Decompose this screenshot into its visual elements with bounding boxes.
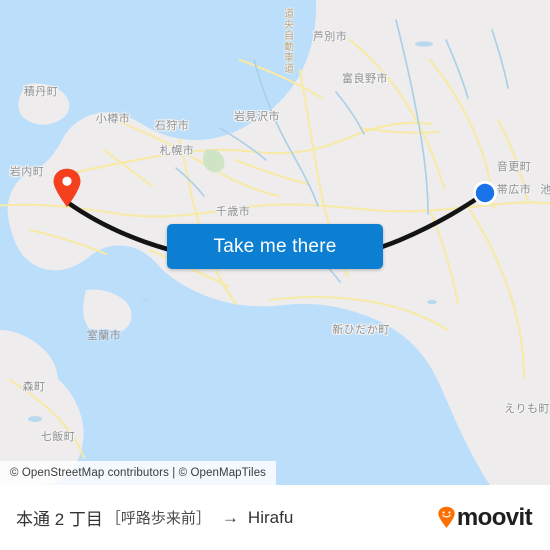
route-origin-name: 本通 2 丁目 bbox=[16, 510, 103, 529]
attribution-text: © OpenStreetMap contributors | © OpenMap… bbox=[10, 467, 267, 479]
map-canvas[interactable]: 積丹町 小樽市 石狩市 札幌市 岩見沢市 岩内町 芦別市 富良野市 千歳市 音更… bbox=[0, 0, 550, 485]
destination-marker-dot[interactable] bbox=[472, 180, 498, 206]
route-summary: 本通 2 丁目 ［呼路歩来前］ → Hirafu bbox=[16, 505, 293, 530]
route-origin-stop: ［呼路歩来前］ bbox=[105, 510, 211, 527]
arrow-right-icon: → bbox=[221, 507, 239, 527]
origin-marker-pin[interactable] bbox=[52, 168, 82, 208]
moovit-wordmark: moovit bbox=[456, 503, 533, 531]
moovit-route-card: 積丹町 小樽市 石狩市 札幌市 岩見沢市 岩内町 芦別市 富良野市 千歳市 音更… bbox=[0, 0, 550, 550]
footer-bar: 本通 2 丁目 ［呼路歩来前］ → Hirafu moovit bbox=[0, 485, 550, 550]
route-destination-name: Hirafu bbox=[247, 507, 294, 527]
moovit-logo[interactable]: moovit bbox=[437, 503, 533, 532]
map-attribution: © OpenStreetMap contributors | © OpenMap… bbox=[0, 461, 276, 485]
moovit-pin-icon bbox=[437, 506, 456, 529]
take-me-there-button[interactable]: Take me there bbox=[167, 224, 383, 269]
